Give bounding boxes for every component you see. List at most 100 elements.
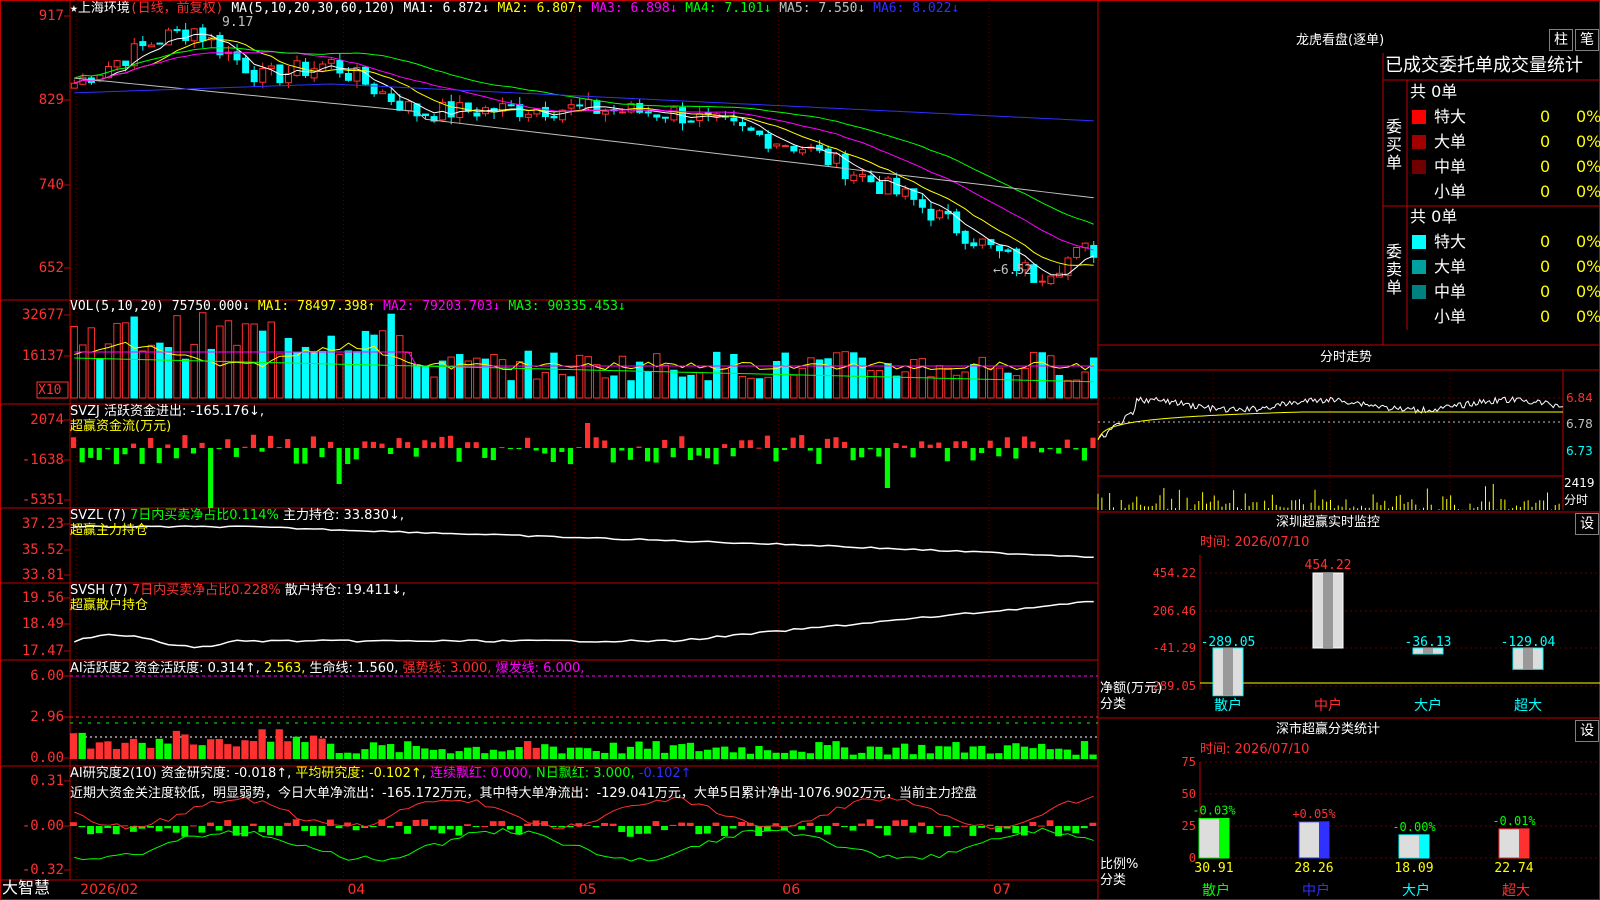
sz-settings-button[interactable]: 设 xyxy=(1575,513,1599,535)
activity-bar xyxy=(1063,749,1072,759)
fund-flow-bar xyxy=(413,448,419,457)
activity-bar xyxy=(138,742,146,759)
activity-bar xyxy=(155,738,163,759)
volume-bar xyxy=(216,325,224,399)
activity-bar xyxy=(104,741,112,759)
volume-bar xyxy=(344,350,353,399)
fund-flow-bar xyxy=(901,445,908,448)
candle xyxy=(216,34,224,56)
activity-bar xyxy=(661,752,669,759)
candle xyxy=(310,68,318,79)
volume-bar xyxy=(1047,355,1055,399)
fund-flow-bar xyxy=(439,436,445,448)
research-bar xyxy=(198,826,206,833)
volume-bar xyxy=(1055,374,1064,399)
research-bar xyxy=(918,822,925,826)
sz-category: 超大 xyxy=(1514,698,1542,714)
activity-bar xyxy=(1020,746,1029,759)
fund-flow-bar xyxy=(593,437,599,448)
fl-bar-change: -0.01% xyxy=(1492,814,1536,828)
research-bar xyxy=(900,819,908,826)
research-bar xyxy=(678,822,686,826)
research-bar xyxy=(481,825,489,827)
intraday-title: 分时走势 xyxy=(1320,350,1373,365)
candle xyxy=(1004,249,1012,252)
candle xyxy=(850,174,858,182)
activity-bar xyxy=(267,741,275,759)
fund-flow-bar xyxy=(782,448,788,450)
star-icon[interactable]: ★ xyxy=(70,1,78,16)
research-bar xyxy=(935,825,943,827)
research-bar xyxy=(1089,822,1097,826)
activity-bar xyxy=(798,751,806,759)
candle xyxy=(867,175,875,183)
stock-terminal: 917 829 740 652 32677 16137 X10 2074 -1638 -5351 3… xyxy=(0,0,1600,900)
activity-bar xyxy=(995,753,1003,759)
research-bar xyxy=(78,826,86,828)
fund-flow-bar xyxy=(704,448,711,459)
fl-y-tick: 75 xyxy=(1182,755,1196,769)
fund-flow-bar xyxy=(747,440,753,448)
fl-bar-change: -0.03% xyxy=(1192,803,1236,817)
activity-bar xyxy=(1029,748,1037,759)
volume-bar xyxy=(644,370,652,399)
activity-bar xyxy=(506,750,515,759)
x-label: 05 xyxy=(578,882,597,898)
activity-bar xyxy=(275,729,283,759)
activity-bar xyxy=(421,748,429,759)
activity-bar xyxy=(472,746,480,759)
activity-bar xyxy=(438,749,446,759)
candle xyxy=(876,181,884,195)
activity-bar xyxy=(695,751,703,759)
brand-logo: 大智慧 xyxy=(2,878,51,897)
retail-holding-line xyxy=(73,600,1094,649)
research-bar xyxy=(584,825,591,827)
column-view-button[interactable]: 柱 xyxy=(1549,29,1573,51)
fund-flow-bar xyxy=(250,434,257,448)
period-mode[interactable]: (日线，前复权) xyxy=(130,1,224,16)
fund-flow-bar xyxy=(987,440,993,448)
fund-flow-bar xyxy=(833,437,839,448)
svsh-header: SVSH (7) 7日内买卖净占比0.228% 散户持仓: 19.411↓, xyxy=(70,583,406,599)
ai1-header: AI活跃度2 资金活跃度: 0.314↑, 2.563, 生命线: 1.560,… xyxy=(70,661,584,677)
intraday-vol-max: 2419 xyxy=(1564,476,1595,490)
fund-flow-bar xyxy=(79,448,85,463)
fund-flow-bar xyxy=(627,448,633,460)
research-bar xyxy=(986,824,994,826)
tick-view-button[interactable]: 笔 xyxy=(1575,29,1599,51)
fund-flow-bar xyxy=(687,448,693,460)
activity-bar xyxy=(412,745,420,759)
fund-flow-bar xyxy=(996,448,1002,457)
candle xyxy=(1047,275,1055,285)
activity-bar xyxy=(892,747,900,759)
order-percent: 0% xyxy=(1576,132,1600,151)
activity-bar xyxy=(112,748,121,759)
fund-flow-bar xyxy=(807,448,813,451)
fund-flow-bar xyxy=(353,448,359,460)
order-color-swatch xyxy=(1412,235,1426,249)
chart-canvas[interactable]: 917 829 740 652 32677 16137 X10 2074 -1638 -5351 3… xyxy=(0,0,1600,900)
fl-bar-color xyxy=(1219,818,1229,858)
ma-value-4: MA4: 7.101↓ xyxy=(685,1,780,16)
volume-bar xyxy=(276,353,284,399)
activity-bar xyxy=(823,745,832,759)
candle xyxy=(764,133,772,149)
fl-settings-button[interactable]: 设 xyxy=(1575,720,1599,742)
fund-flow-bar xyxy=(850,448,856,461)
sz-bar-value: -129.04 xyxy=(1501,635,1556,650)
research-bar xyxy=(1072,826,1080,834)
activity-bar xyxy=(763,750,772,759)
y-tick-label: -0.00 xyxy=(22,818,64,834)
research-bar xyxy=(1012,826,1020,834)
candle xyxy=(122,60,130,67)
activity-bar xyxy=(318,738,326,759)
fund-flow-bar xyxy=(113,448,119,465)
research-bar xyxy=(960,825,968,827)
y-tick-label: 18.49 xyxy=(22,616,64,632)
research-bar xyxy=(87,826,94,835)
volume-bar xyxy=(730,353,738,399)
sz-time: 时间: 2026/07/10 xyxy=(1200,535,1310,550)
candle xyxy=(507,104,515,107)
volume-bar xyxy=(241,323,250,399)
ai2-header: AI研究度2(10) 资金研究度: -0.018↑, 平均研究度: -0.102… xyxy=(70,766,692,782)
